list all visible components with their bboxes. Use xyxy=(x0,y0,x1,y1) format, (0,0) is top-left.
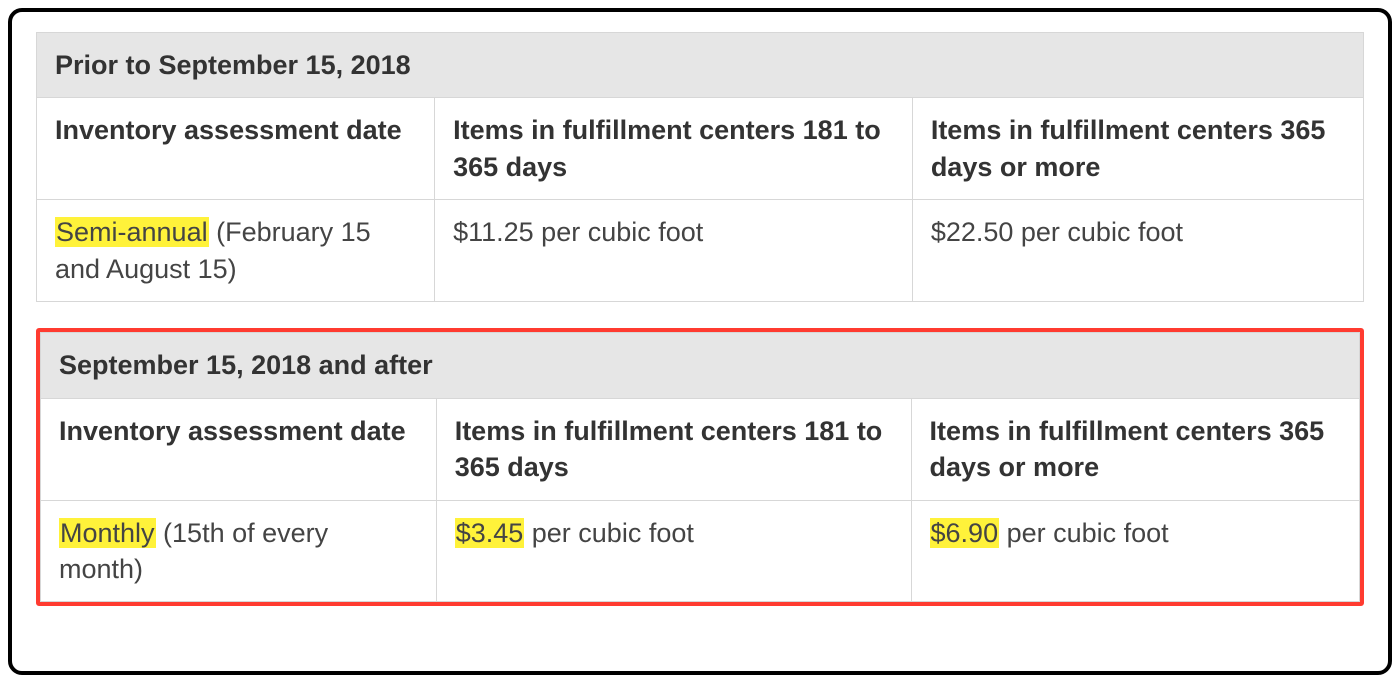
cell-assessment: Monthly (15th of every month) xyxy=(41,500,437,602)
highlighted-text: Monthly xyxy=(59,518,156,548)
table-title: September 15, 2018 and after xyxy=(41,333,1360,398)
table-title: Prior to September 15, 2018 xyxy=(37,33,1364,98)
column-header-assessment: Inventory assessment date xyxy=(41,398,437,500)
table-header-row: Inventory assessment date Items in fulfi… xyxy=(41,398,1360,500)
cell-text: $11.25 per cubic foot xyxy=(453,217,703,247)
fee-table-prior: Prior to September 15, 2018 Inventory as… xyxy=(36,32,1364,302)
table-header-row: Inventory assessment date Items in fulfi… xyxy=(37,98,1364,200)
highlighted-text: $6.90 xyxy=(930,518,1000,548)
document-frame: Prior to September 15, 2018 Inventory as… xyxy=(8,8,1392,675)
fee-table-after: September 15, 2018 and after Inventory a… xyxy=(40,332,1360,602)
cell-tier1: $3.45 per cubic foot xyxy=(436,500,911,602)
column-header-tier2: Items in fulfillment centers 365 days or… xyxy=(911,398,1359,500)
table-row: Monthly (15th of every month) $3.45 per … xyxy=(41,500,1360,602)
table-row: Semi-annual (February 15 and August 15) … xyxy=(37,200,1364,302)
cell-text: $22.50 per cubic foot xyxy=(931,217,1183,247)
cell-text: per cubic foot xyxy=(524,518,694,548)
column-header-tier1: Items in fulfillment centers 181 to 365 … xyxy=(436,398,911,500)
cell-tier2: $6.90 per cubic foot xyxy=(911,500,1359,602)
table-title-row: September 15, 2018 and after xyxy=(41,333,1360,398)
cell-text: per cubic foot xyxy=(999,518,1169,548)
cell-assessment: Semi-annual (February 15 and August 15) xyxy=(37,200,435,302)
highlighted-text: $3.45 xyxy=(455,518,525,548)
column-header-assessment: Inventory assessment date xyxy=(37,98,435,200)
highlighted-text: Semi-annual xyxy=(55,217,209,247)
cell-tier2: $22.50 per cubic foot xyxy=(912,200,1363,302)
highlighted-table-wrapper: September 15, 2018 and after Inventory a… xyxy=(36,328,1364,606)
column-header-tier2: Items in fulfillment centers 365 days or… xyxy=(912,98,1363,200)
column-header-tier1: Items in fulfillment centers 181 to 365 … xyxy=(435,98,913,200)
table-title-row: Prior to September 15, 2018 xyxy=(37,33,1364,98)
cell-tier1: $11.25 per cubic foot xyxy=(435,200,913,302)
